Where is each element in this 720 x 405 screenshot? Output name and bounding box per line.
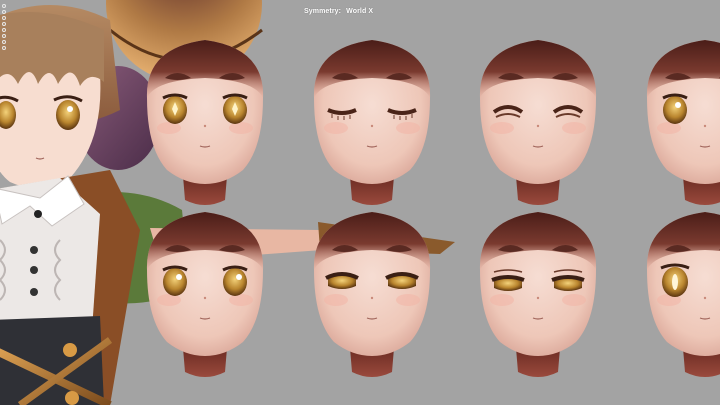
tool-icon[interactable] [2, 28, 6, 32]
tool-icon[interactable] [2, 46, 6, 50]
symmetry-status: Symmetry: World X [304, 8, 373, 15]
tool-icon[interactable] [2, 22, 6, 26]
tool-icon[interactable] [2, 4, 6, 8]
expression-head[interactable] [646, 211, 720, 378]
tool-icon[interactable] [2, 34, 6, 38]
tool-icon[interactable] [2, 10, 6, 14]
symmetry-label: Symmetry: [304, 8, 342, 15]
expression-head[interactable] [479, 39, 597, 206]
expression-head[interactable] [313, 211, 431, 378]
expression-head[interactable] [479, 211, 597, 378]
expression-head[interactable] [146, 39, 264, 206]
3d-viewport[interactable] [0, 0, 720, 405]
viewport-toolbar [2, 4, 8, 50]
tool-icon[interactable] [2, 40, 6, 44]
tool-icon[interactable] [2, 16, 6, 20]
expression-head[interactable] [313, 39, 431, 206]
expression-head[interactable] [646, 39, 720, 206]
symmetry-value: World X [346, 8, 374, 15]
expression-head[interactable] [146, 211, 264, 378]
